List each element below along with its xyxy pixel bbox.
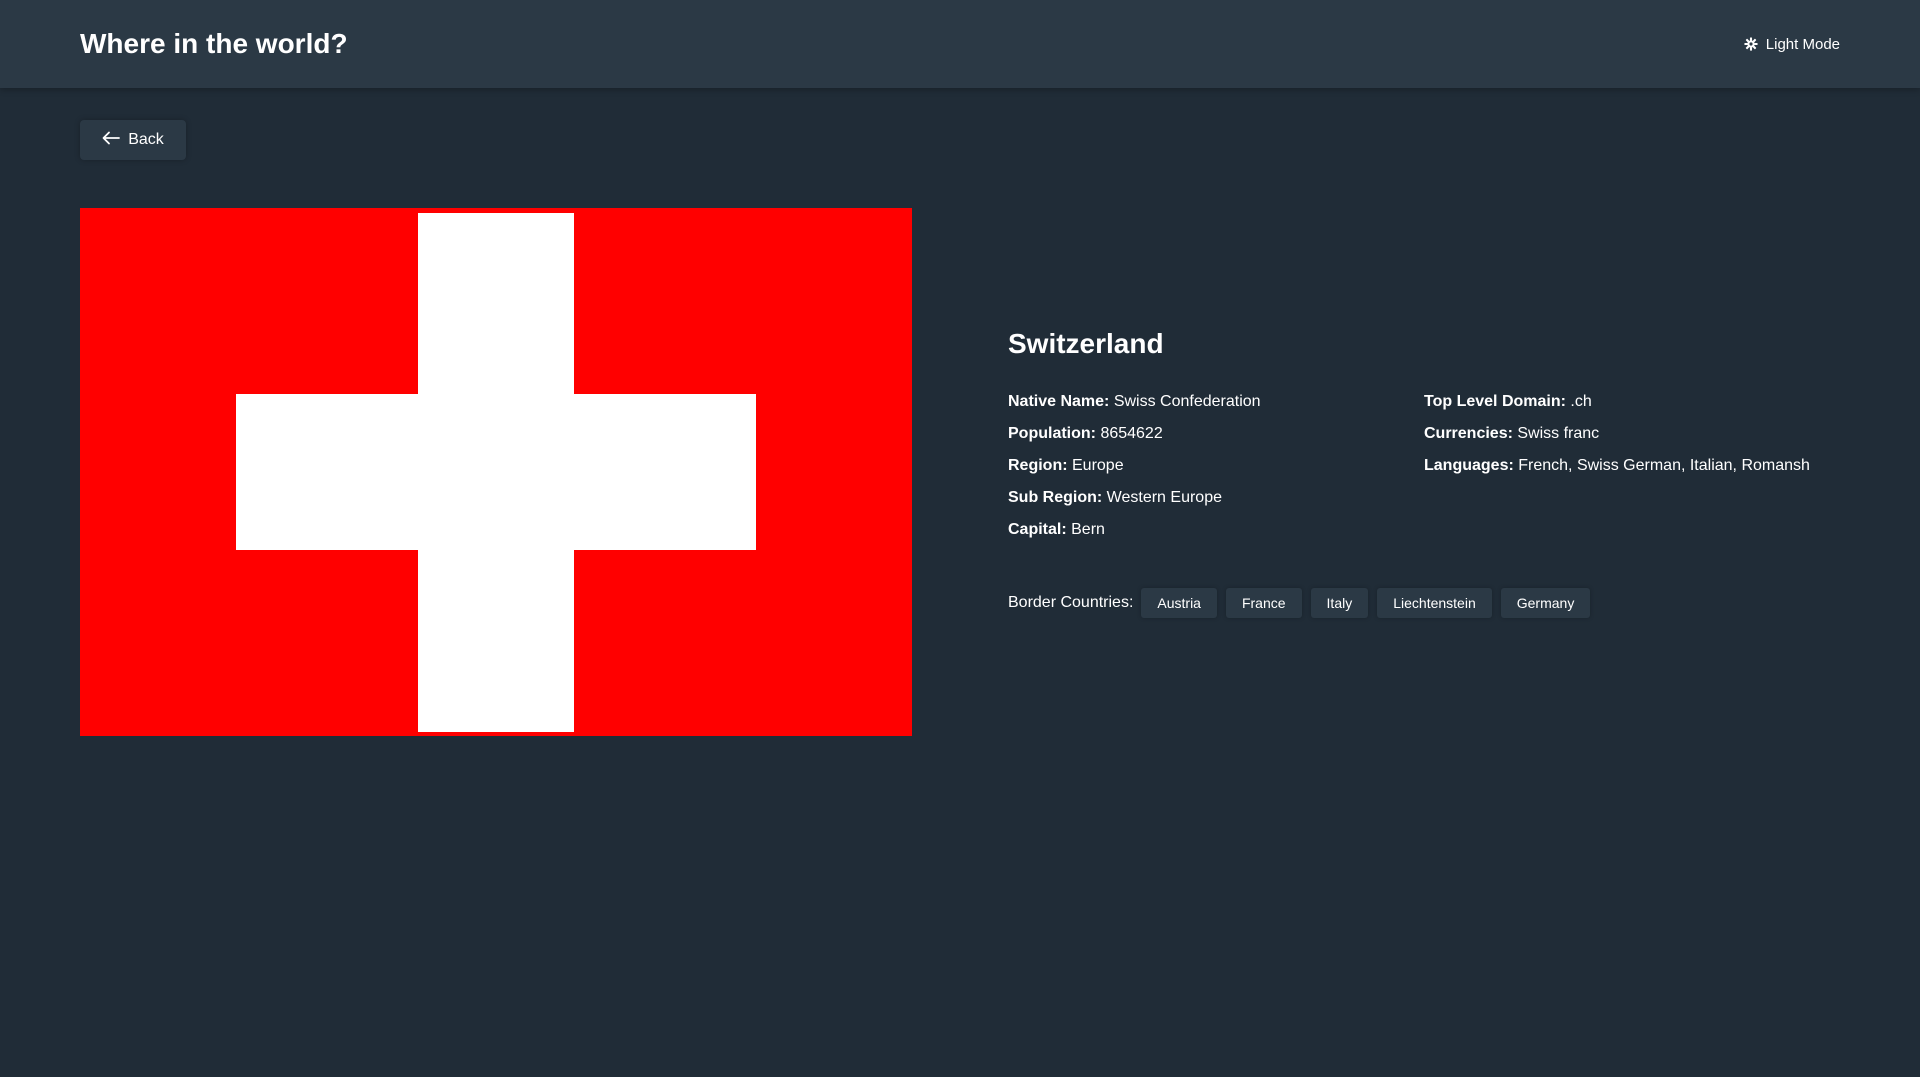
- currencies-field: Currencies: Swiss franc: [1424, 418, 1840, 450]
- theme-toggle-label: Light Mode: [1765, 35, 1840, 53]
- flag-cross-horizontal: [236, 394, 756, 550]
- field-value: 8654622: [1100, 425, 1163, 442]
- region-field: Region: Europe: [1008, 450, 1424, 482]
- border-country-button[interactable]: Liechtenstein: [1377, 588, 1492, 618]
- field-value: Swiss franc: [1517, 425, 1600, 442]
- country-flag: [80, 208, 912, 736]
- border-countries: Border Countries: Austria France Italy L…: [1008, 588, 1840, 618]
- arrow-left-icon: [102, 131, 121, 150]
- country-facts: Native Name: Swiss Confederation Populat…: [1008, 386, 1840, 546]
- field-value: .ch: [1570, 393, 1592, 410]
- back-button-label: Back: [128, 131, 164, 148]
- border-country-button[interactable]: Germany: [1500, 588, 1591, 618]
- theme-toggle-button[interactable]: Light Mode: [1744, 36, 1840, 53]
- top-level-domain-field: Top Level Domain: .ch: [1424, 386, 1840, 418]
- field-label: Sub Region:: [1008, 489, 1103, 506]
- back-button[interactable]: Back: [80, 120, 186, 160]
- field-label: Currencies:: [1424, 425, 1513, 442]
- app-title: Where in the world?: [80, 28, 348, 59]
- field-label: Population:: [1008, 425, 1096, 442]
- border-countries-label: Border Countries:: [1008, 594, 1134, 611]
- field-label: Top Level Domain:: [1424, 393, 1566, 410]
- field-value: Western Europe: [1106, 489, 1222, 506]
- native-name-field: Native Name: Swiss Confederation: [1008, 386, 1424, 418]
- field-value: French, Swiss German, Italian, Romansh: [1518, 457, 1810, 474]
- field-value: Swiss Confederation: [1113, 393, 1261, 410]
- field-value: Europe: [1072, 457, 1124, 474]
- languages-field: Languages: French, Swiss German, Italian…: [1424, 450, 1840, 482]
- border-country-button[interactable]: Austria: [1141, 588, 1217, 618]
- field-label: Region:: [1008, 457, 1068, 474]
- app-header: Where in the world? Light Mode: [0, 0, 1920, 88]
- gear-icon: [1744, 37, 1758, 51]
- field-value: Bern: [1071, 521, 1105, 538]
- field-label: Native Name:: [1008, 393, 1110, 410]
- sub-region-field: Sub Region: Western Europe: [1008, 482, 1424, 514]
- border-country-button[interactable]: Italy: [1310, 588, 1369, 618]
- country-detail: Switzerland Native Name: Swiss Confedera…: [80, 208, 1840, 736]
- country-detail-page: Back Switzerland Native Name: Swiss Conf…: [0, 88, 1920, 736]
- border-country-button[interactable]: France: [1225, 588, 1302, 618]
- facts-column-right: Top Level Domain: .ch Currencies: Swiss …: [1424, 386, 1840, 546]
- country-info: Switzerland Native Name: Swiss Confedera…: [1008, 328, 1840, 736]
- field-label: Languages:: [1424, 457, 1514, 474]
- capital-field: Capital: Bern: [1008, 514, 1424, 546]
- country-name: Switzerland: [1008, 328, 1164, 359]
- field-label: Capital:: [1008, 521, 1067, 538]
- facts-column-left: Native Name: Swiss Confederation Populat…: [1008, 386, 1424, 546]
- population-field: Population: 8654622: [1008, 418, 1424, 450]
